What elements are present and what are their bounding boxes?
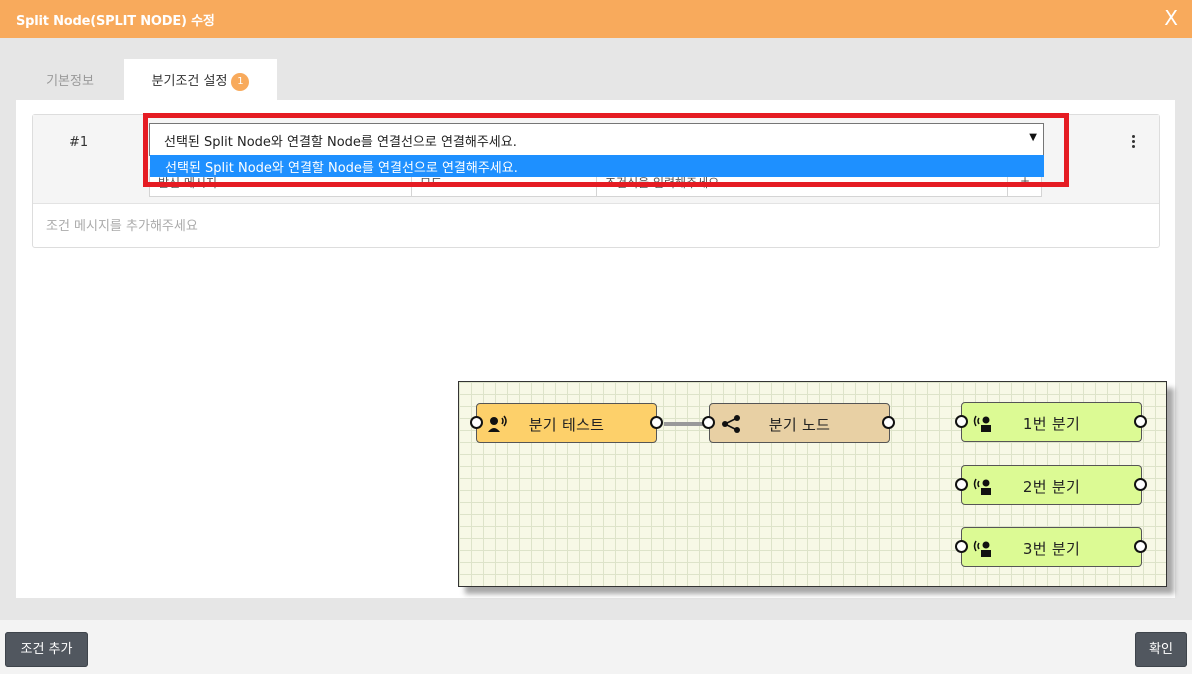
modal-titlebar: Split Node(SPLIT NODE) 수정 X bbox=[0, 0, 1192, 38]
node-output-port[interactable] bbox=[1134, 540, 1147, 553]
node-label: 3번 분기 bbox=[1022, 540, 1081, 558]
node-output-port[interactable] bbox=[882, 416, 895, 429]
count-badge: 1 bbox=[231, 73, 250, 91]
empty-condition-message: 조건 메시지를 추가해주세요 bbox=[46, 219, 198, 234]
dropdown-arrow-icon: ▼ bbox=[1029, 132, 1037, 143]
node-branch-test[interactable]: 분기 테스트 bbox=[476, 403, 657, 443]
node-split[interactable]: 분기 노드 bbox=[709, 403, 890, 443]
close-icon[interactable]: X bbox=[1164, 6, 1178, 30]
select-option[interactable]: 선택된 Split Node와 연결할 Node를 연결선으로 연결해주세요. bbox=[150, 155, 1044, 177]
add-condition-button[interactable]: 조건 추가 bbox=[5, 632, 88, 667]
more-options-icon[interactable] bbox=[1129, 133, 1137, 150]
modal-title: Split Node(SPLIT NODE) 수정 bbox=[16, 14, 215, 29]
tab-label: 분기조건 설정 bbox=[151, 74, 228, 89]
tab-branch-conditions[interactable]: 분기조건 설정 1 bbox=[124, 59, 277, 100]
tab-basic-info[interactable]: 기본정보 bbox=[16, 59, 124, 100]
modal-footer bbox=[0, 620, 1192, 674]
node-output-port[interactable] bbox=[1134, 478, 1147, 491]
node-input-port[interactable] bbox=[702, 416, 715, 429]
node-label: 분기 노드 bbox=[768, 416, 831, 434]
node-branch-2[interactable]: 2번 분기 bbox=[961, 465, 1142, 505]
node-output-port[interactable] bbox=[650, 416, 663, 429]
tab-label: 기본정보 bbox=[46, 74, 94, 89]
node-output-port[interactable] bbox=[1134, 415, 1147, 428]
node-label: 분기 테스트 bbox=[528, 416, 605, 434]
confirm-button[interactable]: 확인 bbox=[1135, 632, 1187, 667]
node-input-port[interactable] bbox=[955, 478, 968, 491]
condition-number: #1 bbox=[69, 135, 89, 150]
node-input-port[interactable] bbox=[470, 416, 483, 429]
select-value: 선택된 Split Node와 연결할 Node를 연결선으로 연결해주세요. bbox=[164, 135, 517, 150]
flow-diagram: 분기 테스트 분기 노드 1번 분기 2번 분기 3번 분기 bbox=[458, 381, 1167, 587]
node-label: 2번 분기 bbox=[1022, 478, 1081, 496]
node-branch-1[interactable]: 1번 분기 bbox=[961, 402, 1142, 442]
node-branch-3[interactable]: 3번 분기 bbox=[961, 527, 1142, 567]
node-label: 1번 분기 bbox=[1022, 415, 1081, 433]
node-input-port[interactable] bbox=[955, 415, 968, 428]
node-input-port[interactable] bbox=[955, 540, 968, 553]
target-node-select[interactable]: 선택된 Split Node와 연결할 Node를 연결선으로 연결해주세요. … bbox=[149, 123, 1044, 156]
